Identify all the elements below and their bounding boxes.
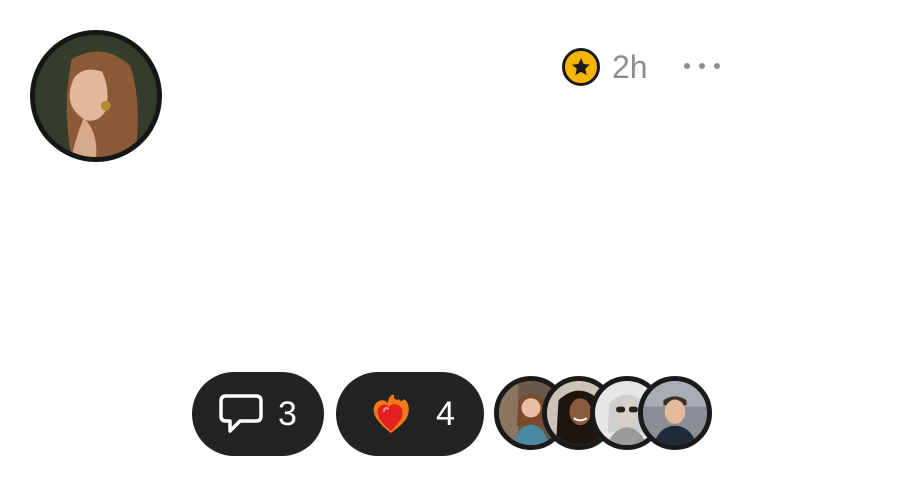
post-meta: 2h	[562, 47, 648, 87]
author-avatar[interactable]	[30, 30, 162, 162]
post-card: 2h 3 4	[0, 0, 912, 492]
author-avatar-photo	[35, 35, 157, 157]
more-horizontal-icon	[684, 63, 690, 69]
more-options-button[interactable]	[684, 56, 720, 76]
fire-heart-emoji	[373, 394, 409, 433]
reactor-avatar[interactable]	[638, 376, 712, 450]
reactions-button[interactable]: 4	[336, 372, 484, 456]
star-icon	[562, 48, 600, 86]
reactions-count: 4	[436, 394, 455, 433]
post-timestamp: 2h	[612, 49, 648, 85]
comments-count: 3	[278, 394, 297, 433]
reactors-avatar-stack[interactable]	[494, 376, 714, 452]
comments-button[interactable]: 3	[192, 372, 324, 456]
comment-icon	[219, 394, 263, 433]
